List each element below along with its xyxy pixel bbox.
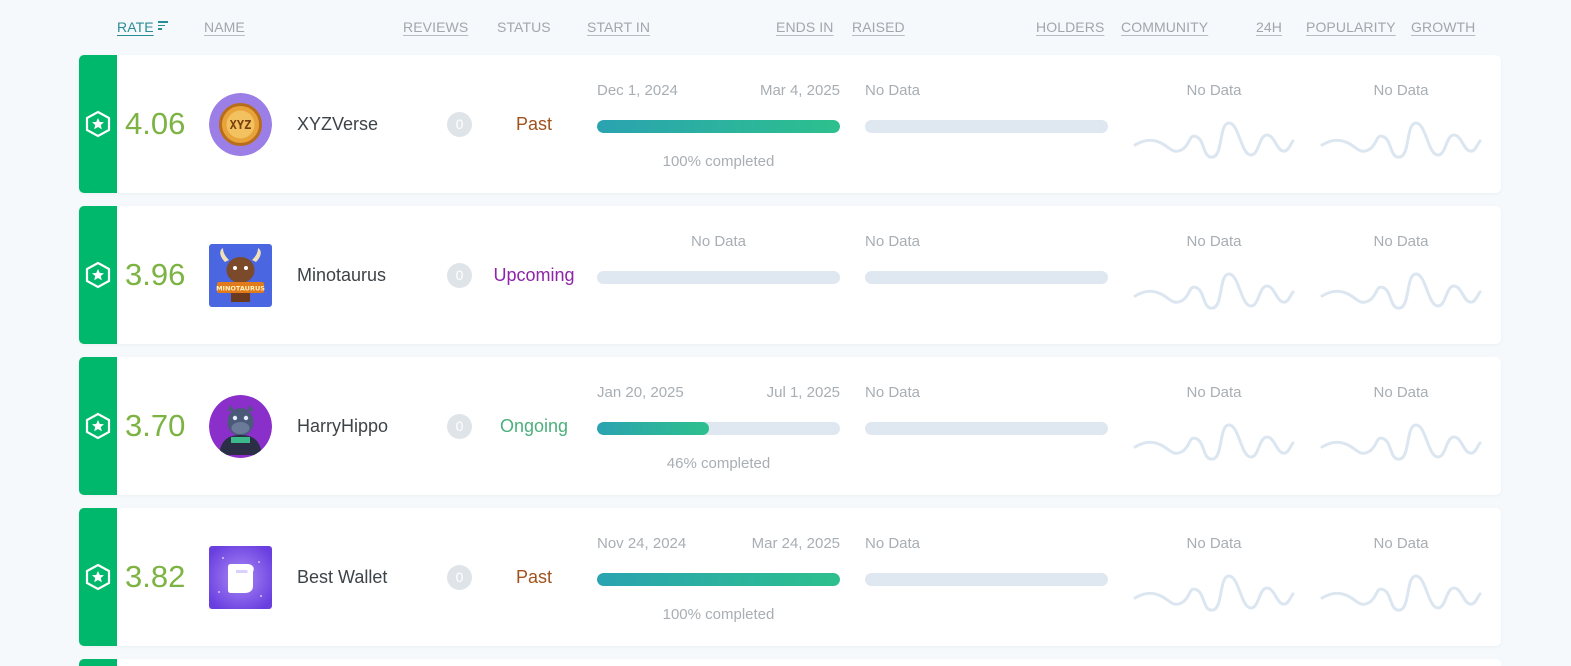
table-row[interactable]: 4.06 XYZ XYZVerse 0 Past Dec 1, 2024 Mar… xyxy=(79,55,1501,193)
sort-growth-header[interactable]: GROWTH xyxy=(1411,19,1475,35)
completed-label: 100% completed xyxy=(662,606,775,623)
sale-progress-bar xyxy=(597,271,840,284)
minotaurus-logo[interactable]: MINOTAURUS xyxy=(209,244,272,307)
sort-rate-header[interactable]: RATE xyxy=(117,19,168,35)
reviews-count-badge: 0 xyxy=(447,565,472,590)
raised-bar xyxy=(865,271,1108,284)
sort-holders-header[interactable]: HOLDERS xyxy=(1036,19,1104,35)
project-name[interactable]: Minotaurus xyxy=(297,206,386,344)
end-date: Mar 4, 2025 xyxy=(759,82,840,99)
rating-strip xyxy=(79,55,117,193)
completed-label: 100% completed xyxy=(662,153,775,170)
community-no-data: No Data xyxy=(1186,535,1242,552)
status-label: Past xyxy=(515,113,553,134)
sort-ends-in-header[interactable]: ENDS IN xyxy=(776,19,834,35)
status-label: Past xyxy=(515,566,553,587)
verified-star-badge-icon xyxy=(85,110,111,138)
rating-strip xyxy=(79,508,117,646)
growth-no-data: No Data xyxy=(1373,233,1429,250)
sort-start-in-header[interactable]: START IN xyxy=(587,19,650,35)
table-row[interactable]: 3.96 MINOTAURUS Minotaurus 0 Upcoming No… xyxy=(79,206,1501,344)
project-name[interactable]: HarryHippo xyxy=(297,357,388,495)
sale-progress-bar xyxy=(597,422,840,435)
community-no-data: No Data xyxy=(1186,384,1242,401)
end-date: Mar 24, 2025 xyxy=(751,535,840,552)
verified-star-badge-icon xyxy=(85,563,111,591)
status-label: Ongoing xyxy=(499,415,569,436)
rating-strip xyxy=(79,659,117,666)
community-sparkline-placeholder xyxy=(1133,121,1295,159)
verified-star-badge-icon xyxy=(85,261,111,289)
project-name[interactable]: Best Wallet xyxy=(297,508,387,646)
sale-progress-bar xyxy=(597,573,840,586)
growth-sparkline-placeholder xyxy=(1320,272,1482,310)
end-date: Jul 1, 2025 xyxy=(766,384,840,401)
rate-value: 4.06 xyxy=(125,106,186,141)
growth-sparkline-placeholder xyxy=(1320,121,1482,159)
table-row[interactable]: 3.70 HarryHippo 0 Ongoing Jan 20, 2025 J… xyxy=(79,357,1501,495)
sort-24h-header[interactable]: 24H xyxy=(1256,19,1282,35)
growth-sparkline-placeholder xyxy=(1320,574,1482,612)
raised-bar xyxy=(865,573,1108,586)
table-header: RATE NAME REVIEWS STATUS START IN ENDS I… xyxy=(0,0,1571,55)
community-sparkline-placeholder xyxy=(1133,423,1295,461)
community-sparkline-placeholder xyxy=(1133,272,1295,310)
rating-strip xyxy=(79,206,117,344)
svg-text:XYZ: XYZ xyxy=(230,118,252,132)
rate-value: 3.96 xyxy=(125,257,186,292)
completed-label: 46% completed xyxy=(666,455,771,472)
rate-header-label: RATE xyxy=(117,19,154,35)
rate-value: 3.70 xyxy=(125,408,186,443)
verified-star-badge-icon xyxy=(85,412,111,440)
growth-no-data: No Data xyxy=(1373,82,1429,99)
table-row[interactable] xyxy=(79,659,1501,666)
reviews-count-badge: 0 xyxy=(447,414,472,439)
sort-community-header[interactable]: COMMUNITY xyxy=(1121,19,1208,35)
harryhippo-logo[interactable] xyxy=(209,395,272,458)
status-header: STATUS xyxy=(497,19,551,35)
community-sparkline-placeholder xyxy=(1133,574,1295,612)
sale-progress-bar xyxy=(597,120,840,133)
rating-strip xyxy=(79,357,117,495)
community-no-data: No Data xyxy=(1186,233,1242,250)
raised-bar xyxy=(865,120,1108,133)
table-row[interactable]: 3.82 Best Wallet 0 Past Nov 24, 2024 Mar… xyxy=(79,508,1501,646)
status-label: Upcoming xyxy=(493,264,575,285)
growth-no-data: No Data xyxy=(1373,535,1429,552)
sort-popularity-header[interactable]: POPULARITY xyxy=(1306,19,1396,35)
dates-no-data: No Data xyxy=(690,233,747,250)
reviews-count-badge: 0 xyxy=(447,263,472,288)
raised-no-data: No Data xyxy=(865,535,921,552)
reviews-count-badge: 0 xyxy=(447,112,472,137)
sort-name-header[interactable]: NAME xyxy=(204,19,245,35)
growth-no-data: No Data xyxy=(1373,384,1429,401)
raised-no-data: No Data xyxy=(865,384,921,401)
sort-reviews-header[interactable]: REVIEWS xyxy=(403,19,468,35)
rate-value: 3.82 xyxy=(125,559,186,594)
sort-icon xyxy=(157,21,168,31)
svg-text:MINOTAURUS: MINOTAURUS xyxy=(216,285,265,293)
raised-no-data: No Data xyxy=(865,233,921,250)
community-no-data: No Data xyxy=(1186,82,1242,99)
xyzverse-logo[interactable]: XYZ xyxy=(209,93,272,156)
growth-sparkline-placeholder xyxy=(1320,423,1482,461)
project-name[interactable]: XYZVerse xyxy=(297,55,378,193)
raised-bar xyxy=(865,422,1108,435)
sort-raised-header[interactable]: RAISED xyxy=(852,19,905,35)
bestwallet-logo[interactable] xyxy=(209,546,272,609)
raised-no-data: No Data xyxy=(865,82,921,99)
